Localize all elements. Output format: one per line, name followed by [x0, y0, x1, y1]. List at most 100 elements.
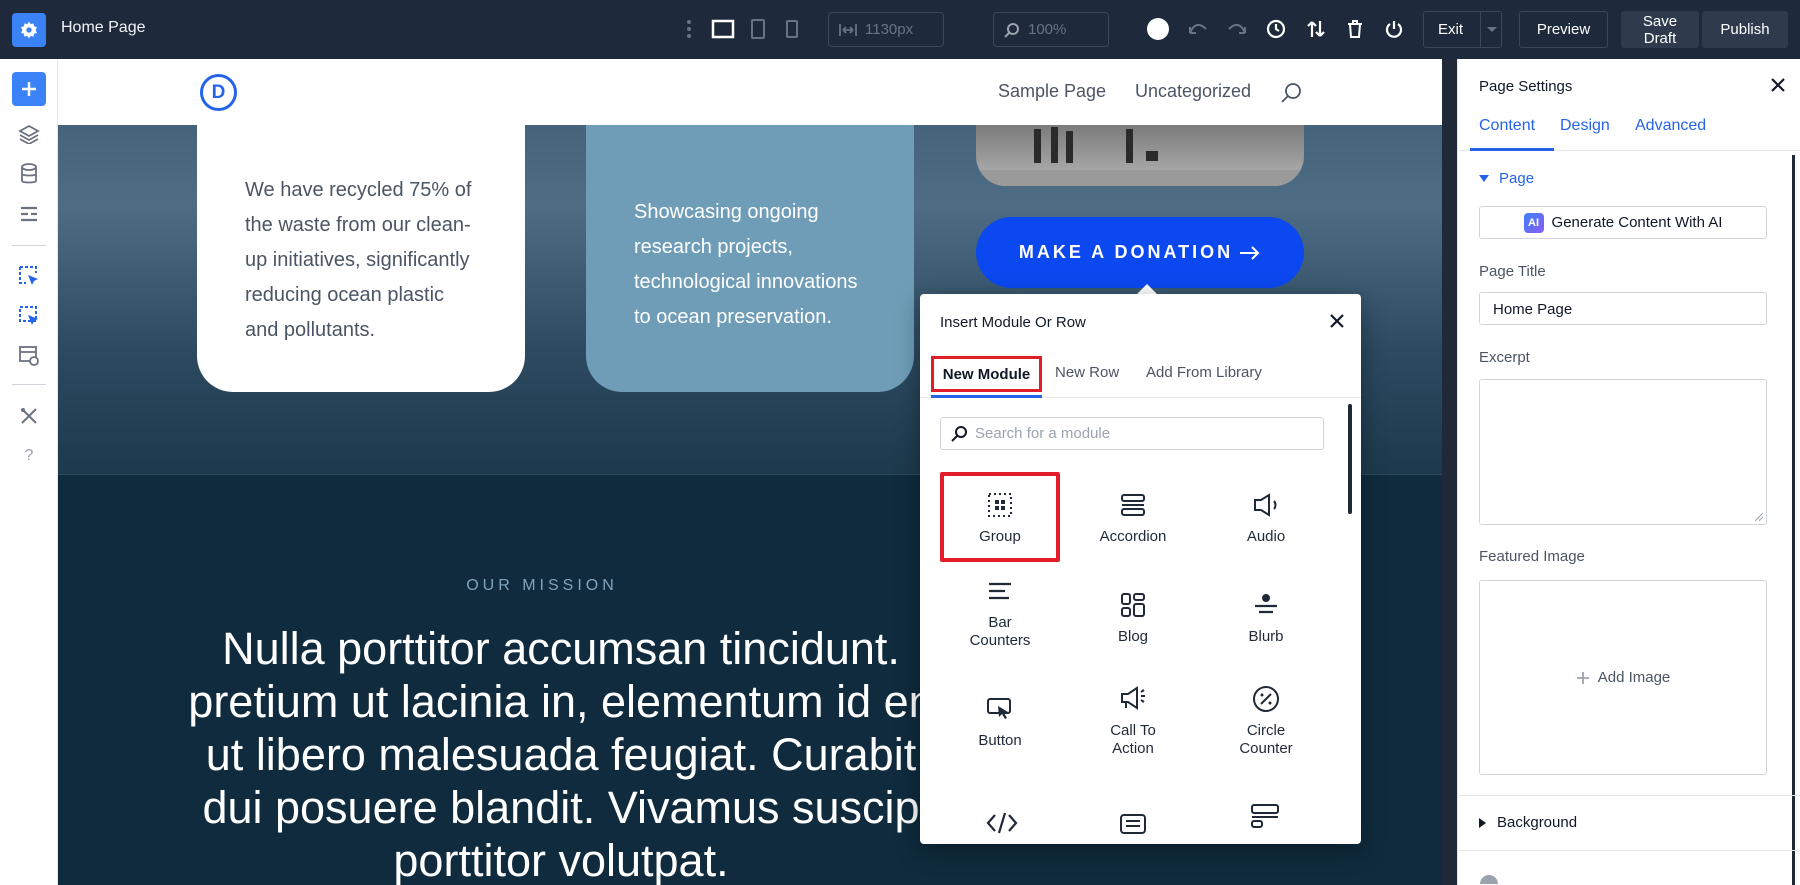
close-icon[interactable] — [1768, 75, 1788, 95]
generate-ai-button[interactable]: AI Generate Content With AI — [1479, 206, 1767, 239]
help-icon[interactable]: ? — [17, 444, 41, 468]
add-module-button[interactable] — [12, 72, 46, 106]
zoom-field[interactable]: 100% — [993, 12, 1109, 47]
module-search-input[interactable]: Search for a module — [940, 417, 1324, 450]
page-name: Home Page — [61, 19, 146, 36]
power-icon[interactable] — [1382, 17, 1406, 41]
beach-photo — [976, 125, 1304, 186]
preview-button[interactable]: Preview — [1519, 11, 1608, 48]
exit-label: Exit — [1438, 21, 1464, 38]
canvas-width-field[interactable]: 1130px — [828, 12, 944, 47]
history-icon[interactable] — [1264, 17, 1288, 41]
nav-uncategorized[interactable]: Uncategorized — [1135, 81, 1251, 102]
phone-view-icon[interactable] — [780, 17, 804, 41]
module-blog[interactable]: Blog — [1073, 576, 1193, 666]
chevron-down-icon — [1487, 27, 1497, 32]
width-arrows-icon — [839, 23, 857, 36]
comments-icon[interactable] — [1119, 813, 1147, 837]
ai-icon: AI — [1523, 212, 1544, 233]
layout-icon[interactable] — [17, 202, 41, 226]
module-label: Accordion — [1099, 528, 1167, 545]
site-logo[interactable]: D — [200, 74, 237, 111]
undo-icon[interactable] — [1186, 17, 1210, 41]
save-draft-button[interactable]: Save Draft — [1621, 11, 1699, 48]
module-label: Bar Counters — [969, 614, 1031, 649]
nav-sample-page[interactable]: Sample Page — [998, 81, 1106, 102]
excerpt-label: Excerpt — [1479, 349, 1530, 366]
caret-down-icon — [1479, 174, 1489, 182]
page-title-label: Page Title — [1479, 263, 1546, 280]
tab-add-from-library[interactable]: Add From Library — [1146, 364, 1262, 381]
group-icon — [985, 490, 1015, 520]
donate-button[interactable]: MAKE A DONATION — [976, 217, 1304, 288]
page-title-input[interactable]: Home Page — [1479, 292, 1767, 325]
global-builder-icon[interactable] — [17, 304, 41, 328]
close-icon[interactable] — [1327, 311, 1347, 331]
tab-new-module[interactable]: New Module — [931, 356, 1042, 392]
theme-builder-icon[interactable] — [17, 264, 41, 288]
module-label: Circle Counter — [1239, 722, 1293, 757]
insert-module-modal: Insert Module Or Row New Module New Row … — [920, 294, 1361, 844]
exit-button[interactable]: Exit — [1423, 11, 1502, 48]
module-button[interactable]: Button — [940, 680, 1060, 770]
section-page-label: Page — [1499, 170, 1535, 187]
add-image-label: Add Image — [1597, 669, 1671, 686]
publish-button[interactable]: Publish — [1702, 11, 1788, 48]
portability-icon[interactable] — [1304, 17, 1328, 41]
page-title-value: Home Page — [1493, 301, 1573, 318]
module-circle-counter[interactable]: Circle Counter — [1206, 670, 1326, 770]
module-accordion[interactable]: Accordion — [1073, 476, 1193, 566]
search-icon[interactable] — [1280, 82, 1302, 104]
module-audio[interactable]: Audio — [1206, 476, 1326, 566]
database-icon[interactable] — [17, 162, 41, 186]
desktop-view-icon[interactable] — [711, 17, 735, 41]
excerpt-textarea[interactable] — [1479, 379, 1767, 525]
arrow-right-icon — [1240, 245, 1260, 260]
trash-icon[interactable] — [1343, 17, 1367, 41]
modal-scrollbar[interactable] — [1348, 404, 1352, 514]
plus-icon — [1576, 671, 1589, 684]
page-preview-icon[interactable] — [17, 344, 41, 368]
module-label: Blog — [1117, 628, 1149, 645]
module-group[interactable]: Group — [940, 472, 1060, 562]
module-blurb[interactable]: Blurb — [1206, 576, 1326, 666]
settings-gear-button[interactable] — [12, 13, 46, 47]
help-circle-icon[interactable] — [1479, 871, 1499, 885]
module-bar-counters[interactable]: Bar Counters — [940, 566, 1060, 666]
caret-right-icon — [1479, 817, 1486, 828]
module-label: Blurb — [1248, 628, 1284, 645]
tab-content[interactable]: Content — [1479, 117, 1535, 135]
tab-advanced[interactable]: Advanced — [1635, 117, 1706, 135]
zoom-value: 100% — [1028, 21, 1067, 38]
section-page-toggle[interactable]: Page — [1479, 170, 1534, 187]
stat-card[interactable]: We have recycled 75% of the waste from o… — [197, 99, 525, 392]
theme-toggle[interactable] — [1146, 17, 1170, 41]
module-label: Group — [979, 528, 1021, 545]
rail-divider — [12, 384, 46, 385]
blurb-icon — [1251, 590, 1281, 620]
circle-counter-icon — [1251, 684, 1281, 714]
module-label: Button — [978, 732, 1022, 749]
section-background-toggle[interactable]: Background — [1479, 814, 1577, 831]
code-icon[interactable] — [986, 811, 1018, 835]
site-header: D Sample Page Uncategorized — [58, 59, 1442, 125]
contact-form-icon[interactable] — [1250, 803, 1280, 829]
top-toolbar: Home Page 1130px 100% Exit Preview Save … — [0, 0, 1800, 59]
search-placeholder: Search for a module — [975, 425, 1111, 442]
redo-icon[interactable] — [1225, 17, 1249, 41]
layers-icon[interactable] — [17, 122, 41, 146]
button-icon — [985, 694, 1015, 724]
zoom-icon — [1004, 22, 1019, 38]
tools-icon[interactable] — [17, 404, 41, 428]
more-options-icon[interactable] — [677, 17, 701, 41]
panel-scrollbar[interactable] — [1792, 155, 1795, 885]
featured-image-dropzone[interactable]: Add Image — [1479, 580, 1767, 775]
tab-design[interactable]: Design — [1560, 117, 1610, 135]
save-draft-label: Save Draft — [1642, 12, 1678, 47]
research-card[interactable]: Showcasing ongoing research projects, te… — [586, 99, 914, 392]
module-label: Audio — [1246, 528, 1286, 545]
tab-new-row[interactable]: New Row — [1055, 364, 1119, 381]
tablet-view-icon[interactable] — [746, 17, 770, 41]
module-call-to-action[interactable]: Call To Action — [1073, 670, 1193, 770]
rail-divider — [12, 245, 46, 246]
